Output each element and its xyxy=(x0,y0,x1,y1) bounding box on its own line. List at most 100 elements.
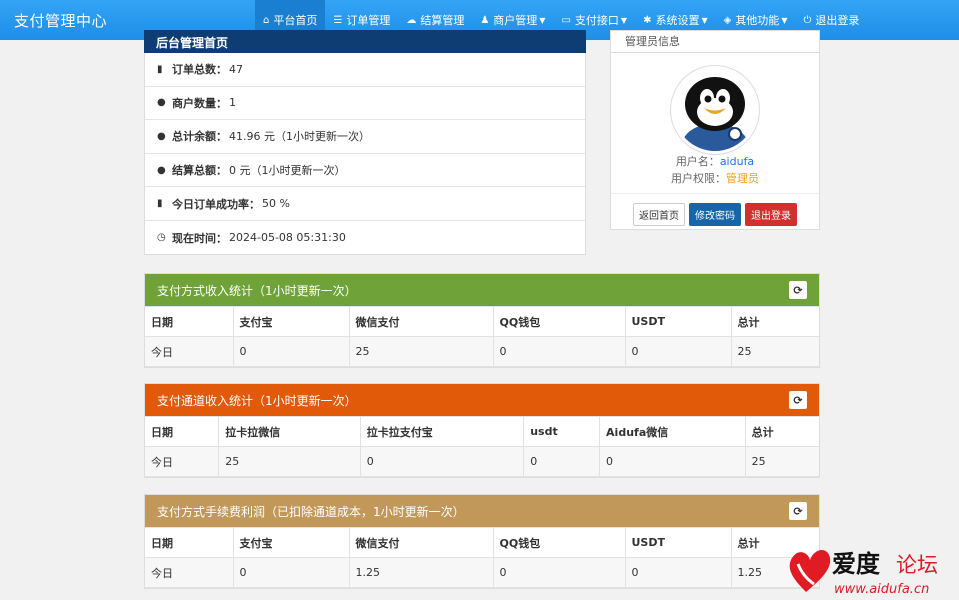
panel-header: 支付方式收入统计（1小时更新一次） ⟳ xyxy=(145,274,819,306)
panel-title: 支付通道收入统计（1小时更新一次） xyxy=(157,393,357,408)
overview-row-value: 41.96 元（1小时更新一次） xyxy=(229,130,370,144)
table-header-row: 日期 拉卡拉微信 拉卡拉支付宝 usdt Aidufa微信 总计 xyxy=(145,416,819,447)
table-cell: 今日 xyxy=(145,557,234,588)
overview-row-label: 订单总数： xyxy=(172,63,227,77)
pay-channel-income-panel: 支付通道收入统计（1小时更新一次） ⟳ 日期 拉卡拉微信 拉卡拉支付宝 usdt Aiduf… xyxy=(144,383,820,478)
table-cell: 1.25 xyxy=(348,557,494,588)
table-cell: 0 xyxy=(492,557,626,588)
username-line: 用户名：aidufa xyxy=(611,153,819,169)
panel-header: 支付方式手续费利润（已扣除通道成本，1小时更新一次） ⟳ xyxy=(145,495,819,527)
cloud-icon: ☁ xyxy=(406,14,417,26)
column-header: 拉卡拉微信 xyxy=(218,416,361,447)
avatar xyxy=(670,65,760,155)
drop-icon: ● xyxy=(157,97,166,109)
table-header-row: 日期 支付宝 微信支付 QQ钱包 USDT 总计 xyxy=(145,306,819,337)
overview-row-value: 2024-05-08 05:31:30 xyxy=(229,231,346,245)
column-header: 支付宝 xyxy=(232,527,350,558)
nav-item-label: 平台首页 xyxy=(273,14,318,27)
table-header-row: 日期 支付宝 微信支付 QQ钱包 USDT 总计 xyxy=(145,527,819,558)
forum-watermark: 爱度 论坛 www.aidufa.cn xyxy=(784,534,959,600)
table-cell: 0 xyxy=(599,446,746,477)
caret-down-icon: ▼ xyxy=(781,15,788,25)
column-header: 拉卡拉支付宝 xyxy=(359,416,525,447)
column-header: 总计 xyxy=(730,306,819,337)
nav-item-label: 订单管理 xyxy=(346,14,391,27)
brand-title[interactable]: 支付管理中心 xyxy=(0,10,255,31)
overview-row: ▮ 今日订单成功率： 50 % xyxy=(145,187,585,221)
overview-list: ▮ 订单总数： 47 ● 商户数量： 1 ● 总计余额： 41.96 元（1小时更新一次） ● 结算… xyxy=(145,53,585,255)
panel-title: 支付方式收入统计（1小时更新一次） xyxy=(157,283,357,298)
table-cell: 今日 xyxy=(145,446,220,477)
role-value: 管理员 xyxy=(726,172,759,185)
fee-profit-panel: 支付方式手续费利润（已扣除通道成本，1小时更新一次） ⟳ 日期 支付宝 微信支付 QQ钱包… xyxy=(144,494,820,589)
admin-actions: 返回首页 修改密码 退出登录 xyxy=(611,193,819,226)
overview-row: ▮ 订单总数： 47 xyxy=(145,53,585,87)
stats-table: 日期 拉卡拉微信 拉卡拉支付宝 usdt Aidufa微信 总计 今日 25 0 0 0 25 xyxy=(145,416,819,477)
column-header: QQ钱包 xyxy=(492,306,626,337)
overview-panel: 后台管理首页 ▮ 订单总数： 47 ● 商户数量： 1 ● 总计余额： 41.96 元（1小时更… xyxy=(144,30,586,255)
pay-method-income-panel: 支付方式收入统计（1小时更新一次） ⟳ 日期 支付宝 微信支付 QQ钱包 USDT 总计 今日 0… xyxy=(144,273,820,368)
overview-row-value: 47 xyxy=(229,62,243,76)
overview-row-label: 商户数量： xyxy=(172,96,227,110)
drop-icon: ● xyxy=(157,164,166,176)
refresh-icon[interactable]: ⟳ xyxy=(789,281,807,299)
overview-row-label: 结算总额： xyxy=(172,164,227,178)
nav-item-label: 商户管理 xyxy=(493,14,538,27)
column-header: USDT xyxy=(624,527,732,558)
gear-icon: ✱ xyxy=(643,14,652,26)
table-cell: 0 xyxy=(624,336,732,367)
drop-icon: ● xyxy=(157,130,166,142)
table-cell: 0 xyxy=(359,446,525,477)
overview-panel-title: 后台管理首页 xyxy=(144,30,586,53)
nav-item-label: 支付接口 xyxy=(574,14,619,27)
panel-header: 支付通道收入统计（1小时更新一次） ⟳ xyxy=(145,384,819,416)
clock-icon: ◷ xyxy=(157,232,166,244)
table-cell: 25 xyxy=(744,446,819,477)
overview-row: ● 商户数量： 1 xyxy=(145,87,585,121)
admin-info-title: 管理员信息 xyxy=(611,31,819,53)
role-label: 用户权限： xyxy=(671,172,726,185)
overview-row: ◷ 现在时间： 2024-05-08 05:31:30 xyxy=(145,221,585,255)
admin-info-panel: 管理员信息 用户名：aidufa 用户权限：管理员 返回首页 修改密码 退出登录 xyxy=(610,30,820,230)
table-cell: 0 xyxy=(232,557,350,588)
overview-row-label: 总计余额： xyxy=(172,130,227,144)
table-row: 今日 0 1.25 0 0 1.25 xyxy=(145,557,819,588)
home-icon: ⌂ xyxy=(263,14,270,26)
table-cell: 25 xyxy=(348,336,494,367)
column-header: QQ钱包 xyxy=(492,527,626,558)
watermark-title-a: 爱度 xyxy=(832,549,881,578)
role-line: 用户权限：管理员 xyxy=(611,170,819,186)
power-icon: ⏻ xyxy=(803,14,812,26)
table-cell: 0 xyxy=(232,336,350,367)
stats-table: 日期 支付宝 微信支付 QQ钱包 USDT 总计 今日 0 1.25 0 0 1.25 xyxy=(145,527,819,588)
caret-down-icon: ▼ xyxy=(539,15,546,25)
nav-item-label: 系统设置 xyxy=(655,14,700,27)
column-header: USDT xyxy=(624,306,732,337)
cube-icon: ◈ xyxy=(723,14,732,26)
username-label: 用户名： xyxy=(675,155,720,168)
nav-item-label: 退出登录 xyxy=(815,14,860,27)
refresh-icon[interactable]: ⟳ xyxy=(789,391,807,409)
panel-title: 支付方式手续费利润（已扣除通道成本，1小时更新一次） xyxy=(157,504,465,519)
table-cell: 0 xyxy=(492,336,626,367)
overview-row-value: 50 % xyxy=(262,197,290,211)
overview-row: ● 总计余额： 41.96 元（1小时更新一次） xyxy=(145,120,585,154)
list-icon: ☰ xyxy=(333,14,343,26)
overview-row: ● 结算总额： 0 元（1小时更新一次） xyxy=(145,154,585,188)
nav-item-label: 结算管理 xyxy=(420,14,465,27)
watermark-title-b: 论坛 xyxy=(896,553,938,577)
refresh-icon[interactable]: ⟳ xyxy=(789,502,807,520)
caret-down-icon: ▼ xyxy=(701,15,708,25)
bar-chart-icon: ▮ xyxy=(157,63,163,75)
stats-table: 日期 支付宝 微信支付 QQ钱包 USDT 总计 今日 0 25 0 0 25 xyxy=(145,306,819,367)
bar-chart-icon: ▮ xyxy=(157,198,163,210)
table-row: 今日 0 25 0 0 25 xyxy=(145,336,819,367)
home-button[interactable]: 返回首页 xyxy=(633,203,685,226)
column-header: usdt xyxy=(523,416,601,447)
logout-button[interactable]: 退出登录 xyxy=(745,203,797,226)
column-header: 微信支付 xyxy=(348,306,494,337)
change-password-button[interactable]: 修改密码 xyxy=(689,203,741,226)
card-icon: ▭ xyxy=(561,14,571,26)
column-header: Aidufa微信 xyxy=(599,416,746,447)
penguin-avatar-icon xyxy=(674,69,756,151)
